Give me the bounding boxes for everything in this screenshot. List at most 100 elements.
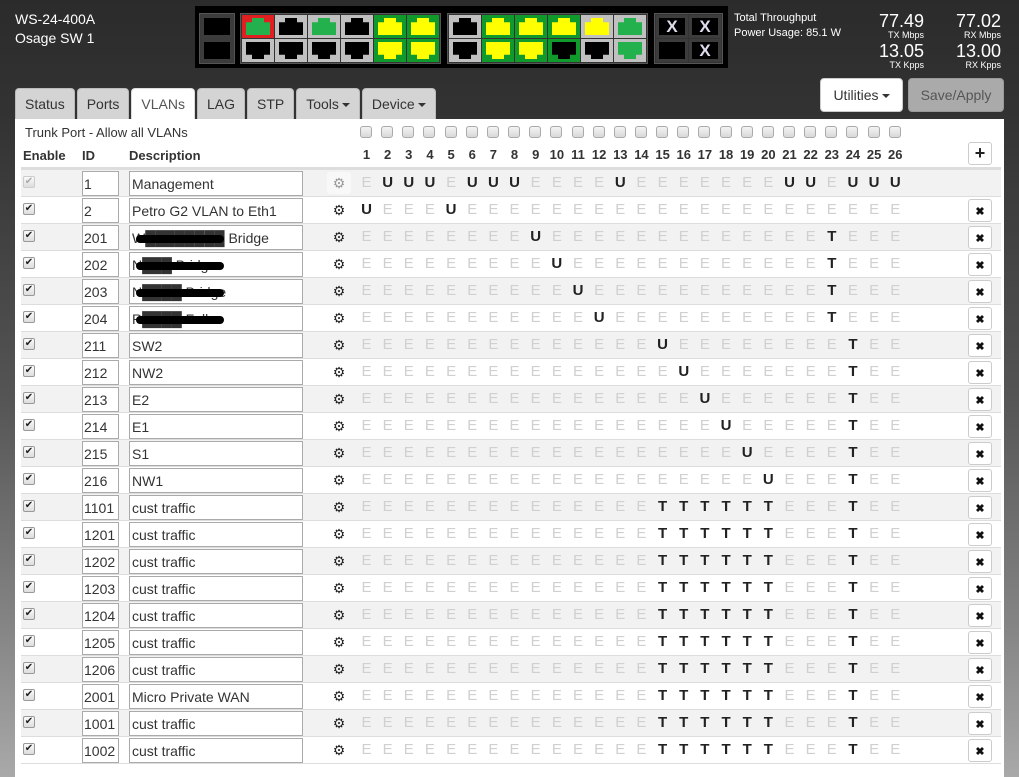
port-membership-cell[interactable]: T [673, 498, 694, 515]
port-membership-cell[interactable]: E [398, 633, 419, 650]
port-membership-cell[interactable]: E [758, 309, 779, 326]
port-membership-cell[interactable]: E [356, 471, 377, 488]
port-membership-cell[interactable]: E [800, 417, 821, 434]
port-membership-cell[interactable]: E [779, 471, 800, 488]
port-membership-cell[interactable]: E [821, 714, 842, 731]
port-membership-cell[interactable]: E [631, 660, 652, 677]
port-membership-cell[interactable]: E [885, 687, 906, 704]
port-membership-cell[interactable]: T [716, 660, 737, 677]
enable-checkbox[interactable]: ✔ [23, 527, 35, 539]
port-membership-cell[interactable]: E [525, 363, 546, 380]
port-membership-cell[interactable]: E [610, 579, 631, 596]
gear-icon[interactable]: ⚙ [327, 415, 351, 437]
port-membership-cell[interactable]: T [842, 525, 863, 542]
port-membership-cell[interactable]: E [779, 498, 800, 515]
port-membership-cell[interactable]: E [737, 255, 758, 272]
port-membership-cell[interactable]: E [610, 255, 631, 272]
port-membership-cell[interactable]: E [800, 444, 821, 461]
port-membership-cell[interactable]: E [800, 228, 821, 245]
port-membership-cell[interactable]: E [631, 525, 652, 542]
port-membership-cell[interactable]: E [419, 363, 440, 380]
ethernet-port[interactable] [275, 15, 307, 38]
port-membership-cell[interactable]: E [568, 390, 589, 407]
gear-icon[interactable]: ⚙ [327, 361, 351, 383]
port-membership-cell[interactable]: U [568, 282, 589, 299]
delete-vlan-button[interactable]: ✖ [968, 280, 992, 303]
port-membership-cell[interactable]: E [504, 606, 525, 623]
port-membership-cell[interactable]: E [589, 228, 610, 245]
port-membership-cell[interactable]: E [568, 444, 589, 461]
port-membership-cell[interactable]: E [568, 498, 589, 515]
port-membership-cell[interactable]: E [885, 309, 906, 326]
port-membership-cell[interactable]: U [462, 174, 483, 191]
ethernet-port[interactable] [374, 39, 406, 62]
port-membership-cell[interactable]: E [462, 201, 483, 218]
port-membership-cell[interactable]: E [525, 309, 546, 326]
vlan-id-input[interactable]: 204 [82, 306, 119, 331]
enable-checkbox[interactable]: ✔ [23, 581, 35, 593]
port-membership-cell[interactable]: T [694, 714, 715, 731]
port-membership-cell[interactable]: E [356, 660, 377, 677]
trunk-port-checkbox[interactable] [719, 126, 732, 138]
port-membership-cell[interactable]: E [525, 687, 546, 704]
port-membership-cell[interactable]: E [779, 363, 800, 380]
port-membership-cell[interactable]: E [758, 444, 779, 461]
port-membership-cell[interactable]: T [737, 741, 758, 758]
port-membership-cell[interactable]: E [821, 606, 842, 623]
port-membership-cell[interactable]: E [800, 336, 821, 353]
port-membership-cell[interactable]: E [779, 660, 800, 677]
port-membership-cell[interactable]: E [462, 660, 483, 677]
port-membership-cell[interactable]: E [652, 471, 673, 488]
port-membership-cell[interactable]: E [652, 363, 673, 380]
delete-vlan-button[interactable]: ✖ [968, 712, 992, 735]
ethernet-port[interactable] [308, 39, 340, 62]
port-membership-cell[interactable]: E [483, 444, 504, 461]
gear-icon[interactable]: ⚙ [327, 523, 351, 545]
port-membership-cell[interactable]: E [758, 282, 779, 299]
port-membership-cell[interactable]: E [483, 282, 504, 299]
port-membership-cell[interactable]: T [673, 525, 694, 542]
trunk-port-checkbox[interactable] [867, 126, 880, 138]
port-membership-cell[interactable]: E [462, 741, 483, 758]
ethernet-port[interactable] [449, 15, 481, 38]
port-membership-cell[interactable]: E [631, 363, 652, 380]
vlan-id-input[interactable]: 1202 [82, 549, 119, 574]
enable-checkbox[interactable]: ✔ [23, 284, 35, 296]
enable-checkbox[interactable]: ✔ [23, 473, 35, 485]
port-membership-cell[interactable]: E [525, 471, 546, 488]
port-membership-cell[interactable]: T [737, 525, 758, 542]
port-membership-cell[interactable]: T [842, 498, 863, 515]
enable-checkbox[interactable]: ✔ [23, 554, 35, 566]
port-membership-cell[interactable]: E [419, 741, 440, 758]
port-membership-cell[interactable]: U [864, 174, 885, 191]
port-membership-cell[interactable]: E [589, 363, 610, 380]
port-membership-cell[interactable]: E [737, 471, 758, 488]
port-membership-cell[interactable]: E [864, 255, 885, 272]
port-membership-cell[interactable]: E [483, 201, 504, 218]
ethernet-port[interactable] [548, 15, 580, 38]
port-membership-cell[interactable]: E [398, 255, 419, 272]
port-membership-cell[interactable]: E [652, 444, 673, 461]
port-membership-cell[interactable]: E [377, 525, 398, 542]
trunk-port-checkbox[interactable] [783, 126, 795, 138]
gear-icon[interactable]: ⚙ [327, 280, 351, 302]
port-membership-cell[interactable]: E [462, 687, 483, 704]
port-membership-cell[interactable]: E [864, 714, 885, 731]
delete-vlan-button[interactable]: ✖ [968, 199, 992, 222]
port-membership-cell[interactable]: E [610, 417, 631, 434]
port-membership-cell[interactable]: T [737, 498, 758, 515]
port-membership-cell[interactable]: E [631, 201, 652, 218]
vlan-id-input[interactable]: 1206 [82, 657, 119, 682]
vlan-description-input[interactable]: cust traffic [129, 711, 303, 736]
sfp-port[interactable] [656, 39, 688, 62]
port-membership-cell[interactable]: E [441, 687, 462, 704]
port-membership-cell[interactable]: E [821, 660, 842, 677]
port-membership-cell[interactable]: E [673, 228, 694, 245]
port-membership-cell[interactable]: E [716, 390, 737, 407]
port-membership-cell[interactable]: U [694, 390, 715, 407]
vlan-description-input[interactable]: NW1 [129, 468, 303, 493]
port-membership-cell[interactable]: E [504, 687, 525, 704]
port-membership-cell[interactable]: E [525, 390, 546, 407]
enable-checkbox[interactable]: ✔ [23, 338, 35, 350]
port-membership-cell[interactable]: E [864, 336, 885, 353]
